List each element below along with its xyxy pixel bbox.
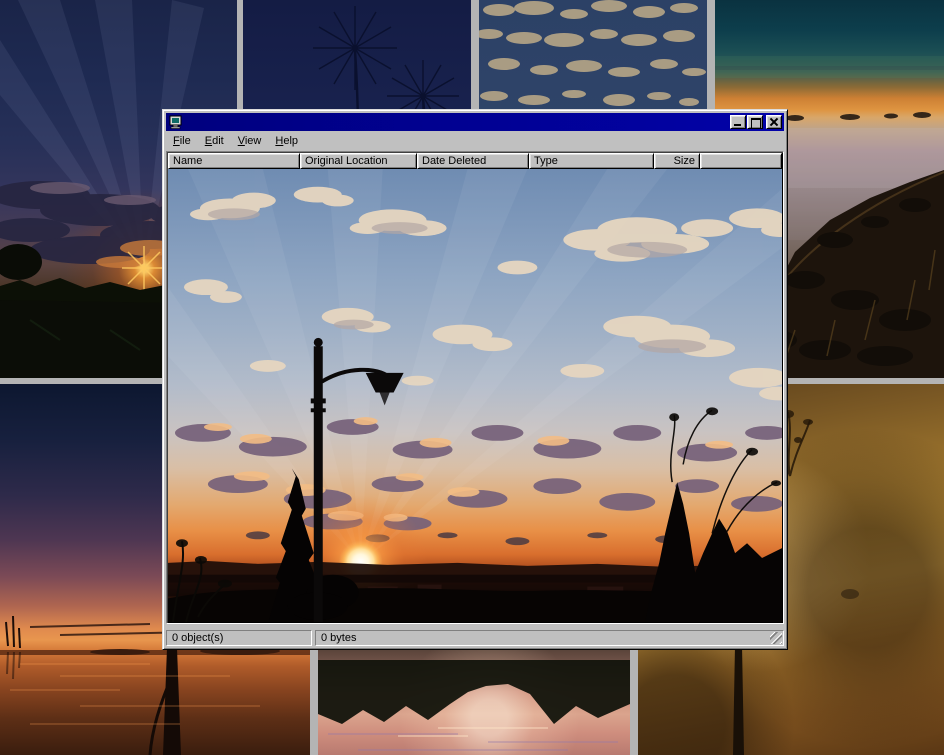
menu-bar: File Edit View Help [166,132,784,150]
close-icon[interactable] [766,115,782,129]
maximize-icon[interactable] [747,115,763,129]
column-type[interactable]: Type [529,153,654,169]
computer-icon [168,115,183,129]
resize-grip-icon[interactable] [770,632,782,644]
menu-view[interactable]: View [231,133,269,150]
column-name[interactable]: Name [168,153,300,169]
file-list-area[interactable]: Name Original Location Date Deleted Type… [166,151,784,624]
column-original-location[interactable]: Original Location [300,153,417,169]
recycle-bin-window: File Edit View Help Name Original Locati… [162,109,788,650]
menu-help[interactable]: Help [268,133,305,150]
column-date-deleted[interactable]: Date Deleted [417,153,529,169]
status-bar: 0 object(s) 0 bytes [166,627,784,646]
status-size: 0 bytes [315,630,784,646]
column-size[interactable]: Size [654,153,700,169]
column-header-row: Name Original Location Date Deleted Type… [168,153,782,169]
status-object-count: 0 object(s) [166,630,312,646]
menu-edit[interactable]: Edit [198,133,231,150]
titlebar[interactable] [166,113,784,131]
minimize-icon[interactable] [730,115,746,129]
window-background-sunset-photo[interactable] [168,169,782,622]
menu-file[interactable]: File [166,133,198,150]
column-filler [700,153,782,169]
